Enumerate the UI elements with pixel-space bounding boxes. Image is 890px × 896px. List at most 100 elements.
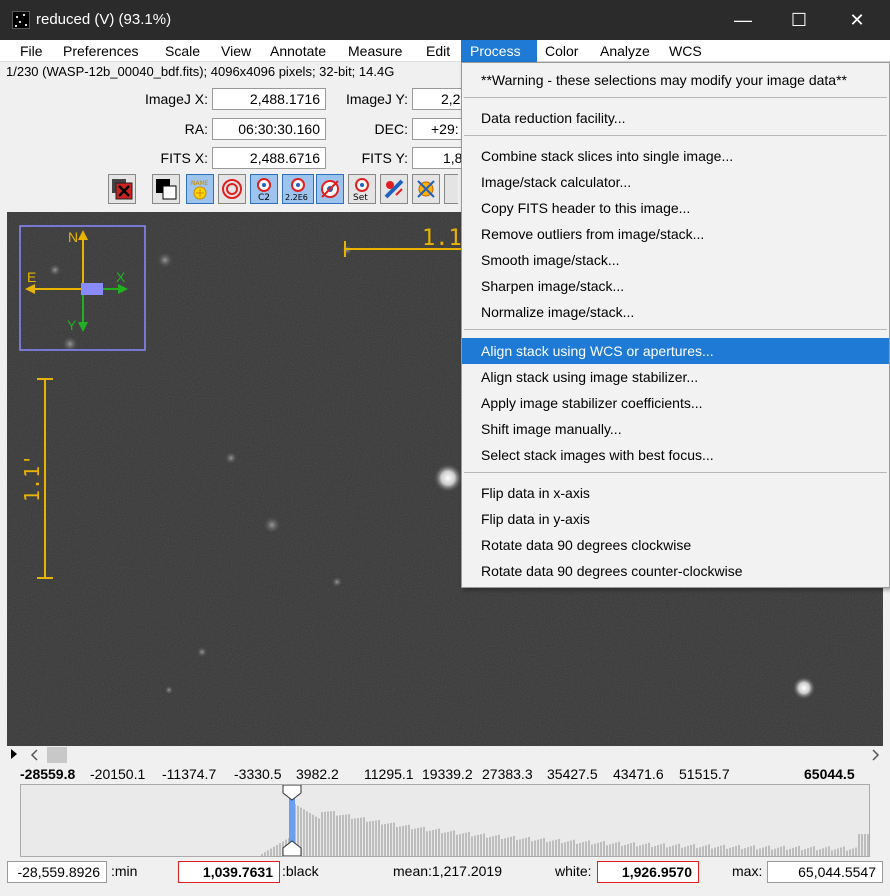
- menu-separator: [464, 329, 887, 330]
- play-icon[interactable]: [11, 749, 17, 759]
- maximize-button[interactable]: ☐: [776, 0, 822, 40]
- centroid-c2-icon[interactable]: C2: [250, 174, 278, 204]
- histogram-bar: [633, 842, 635, 856]
- histogram-bar: [339, 815, 341, 856]
- histogram-bar: [609, 844, 611, 856]
- menu-item-shift-image[interactable]: Shift image manually...: [462, 416, 889, 442]
- histogram-bar: [669, 846, 671, 856]
- histogram-bar: [477, 834, 479, 856]
- histogram-bar: [678, 843, 680, 856]
- histogram-bar: [426, 831, 428, 856]
- clear-overlay-icon[interactable]: [412, 174, 440, 204]
- histogram-bar: [675, 844, 677, 856]
- menu-item-normalize[interactable]: Normalize image/stack...: [462, 299, 889, 325]
- histogram-bar: [807, 848, 809, 856]
- histogram-bar: [456, 834, 458, 856]
- menu-item-data-reduction[interactable]: Data reduction facility...: [462, 105, 889, 131]
- fits-x-field[interactable]: 2,488.6716: [212, 147, 326, 169]
- invert-colors-icon[interactable]: [152, 174, 180, 204]
- astrometry-tool-icon[interactable]: [380, 174, 408, 204]
- scroll-right-icon[interactable]: [872, 749, 880, 761]
- histogram-bar: [798, 845, 800, 856]
- histogram-bar: [762, 847, 764, 856]
- histogram-bar: [840, 847, 842, 856]
- white-value-field[interactable]: 1,926.9570: [597, 861, 699, 883]
- menu-file[interactable]: File: [14, 40, 49, 62]
- histogram-bar: [558, 838, 560, 856]
- star: [196, 646, 208, 658]
- menu-edit[interactable]: Edit: [420, 40, 456, 62]
- histogram-bar: [342, 814, 344, 856]
- histogram-bar: [720, 845, 722, 856]
- histogram-bar: [447, 831, 449, 856]
- histogram-bar: [375, 820, 377, 856]
- menu-view[interactable]: View: [215, 40, 257, 62]
- menu-measure[interactable]: Measure: [342, 40, 408, 62]
- menu-item-apply-stabilizer[interactable]: Apply image stabilizer coefficients...: [462, 390, 889, 416]
- histogram-bar: [813, 846, 815, 856]
- menu-item-rotate-cw[interactable]: Rotate data 90 degrees clockwise: [462, 532, 889, 558]
- histogram-bar: [585, 841, 587, 856]
- histogram-bar: [645, 843, 647, 856]
- set-aperture-icon[interactable]: Set: [348, 174, 376, 204]
- histogram-bar: [738, 845, 740, 856]
- menu-annotate[interactable]: Annotate: [264, 40, 332, 62]
- histogram-bar: [489, 837, 491, 856]
- histogram-bar: [465, 832, 467, 856]
- exposure-2e6-icon[interactable]: 2.2E6: [282, 174, 314, 204]
- min-value-field[interactable]: -28,559.8926: [7, 861, 107, 883]
- menu-item-sharpen[interactable]: Sharpen image/stack...: [462, 273, 889, 299]
- more-tools-button[interactable]: [444, 174, 458, 204]
- fits-x-label: FITS X:: [160, 150, 208, 166]
- menu-item-align-stabilizer[interactable]: Align stack using image stabilizer...: [462, 364, 889, 390]
- menu-item-copy-fits-header[interactable]: Copy FITS header to this image...: [462, 195, 889, 221]
- clear-apertures-icon[interactable]: [218, 174, 246, 204]
- menu-item-align-wcs[interactable]: Align stack using WCS or apertures...: [462, 338, 889, 364]
- horizontal-scrollbar[interactable]: [7, 746, 883, 764]
- histogram-bar: [480, 834, 482, 856]
- histogram-panel[interactable]: [20, 784, 870, 857]
- histogram-bar: [591, 844, 593, 856]
- histogram-bar: [363, 817, 365, 856]
- remove-aperture-icon[interactable]: [316, 174, 344, 204]
- scroll-thumb[interactable]: [47, 747, 67, 763]
- menu-item-flip-y[interactable]: Flip data in y-axis: [462, 506, 889, 532]
- title-bar: reduced (V) (93.1%) — ☐ ✕: [0, 0, 890, 40]
- histogram-bar: [771, 849, 773, 856]
- dec-field[interactable]: +29:: [412, 118, 462, 140]
- menu-preferences[interactable]: Preferences: [57, 40, 144, 62]
- menu-scale[interactable]: Scale: [159, 40, 206, 62]
- menu-item-best-focus[interactable]: Select stack images with best focus...: [462, 442, 889, 468]
- histogram-bar: [534, 840, 536, 856]
- menu-analyze[interactable]: Analyze: [594, 40, 656, 62]
- menu-process[interactable]: Process: [461, 40, 537, 62]
- minimize-button[interactable]: —: [720, 0, 766, 40]
- scroll-left-icon[interactable]: [30, 749, 38, 761]
- fits-y-field[interactable]: 1,8: [412, 147, 462, 169]
- close-all-images-icon[interactable]: [108, 174, 136, 204]
- histogram-bar: [315, 816, 317, 856]
- menu-item-calculator[interactable]: Image/stack calculator...: [462, 169, 889, 195]
- histogram-bar: [564, 842, 566, 856]
- menu-item-flip-x[interactable]: Flip data in x-axis: [462, 480, 889, 506]
- menu-item-rotate-ccw[interactable]: Rotate data 90 degrees counter-clockwise: [462, 558, 889, 584]
- histogram-bar: [786, 849, 788, 856]
- imagej-x-field[interactable]: 2,488.1716: [212, 88, 326, 110]
- menu-color[interactable]: Color: [539, 40, 584, 62]
- black-value-field[interactable]: 1,039.7631: [178, 861, 280, 883]
- ra-field[interactable]: 06:30:30.160: [212, 118, 326, 140]
- menu-wcs[interactable]: WCS: [663, 40, 708, 62]
- histogram-bar: [354, 818, 356, 856]
- menu-item-remove-outliers[interactable]: Remove outliers from image/stack...: [462, 221, 889, 247]
- imagej-y-field[interactable]: 2,2: [412, 88, 462, 110]
- menu-item-smooth[interactable]: Smooth image/stack...: [462, 247, 889, 273]
- named-aperture-icon[interactable]: NAME: [186, 174, 214, 204]
- histogram-bar: [390, 823, 392, 856]
- histogram-bar: [579, 843, 581, 856]
- histogram-bar: [408, 824, 410, 856]
- menu-item-combine-stack[interactable]: Combine stack slices into single image..…: [462, 143, 889, 169]
- close-button[interactable]: ✕: [834, 0, 880, 40]
- menu-warning-text: **Warning - these selections may modify …: [481, 72, 847, 88]
- black-level-handle[interactable]: [282, 784, 302, 801]
- max-value-field[interactable]: 65,044.5547: [767, 861, 883, 883]
